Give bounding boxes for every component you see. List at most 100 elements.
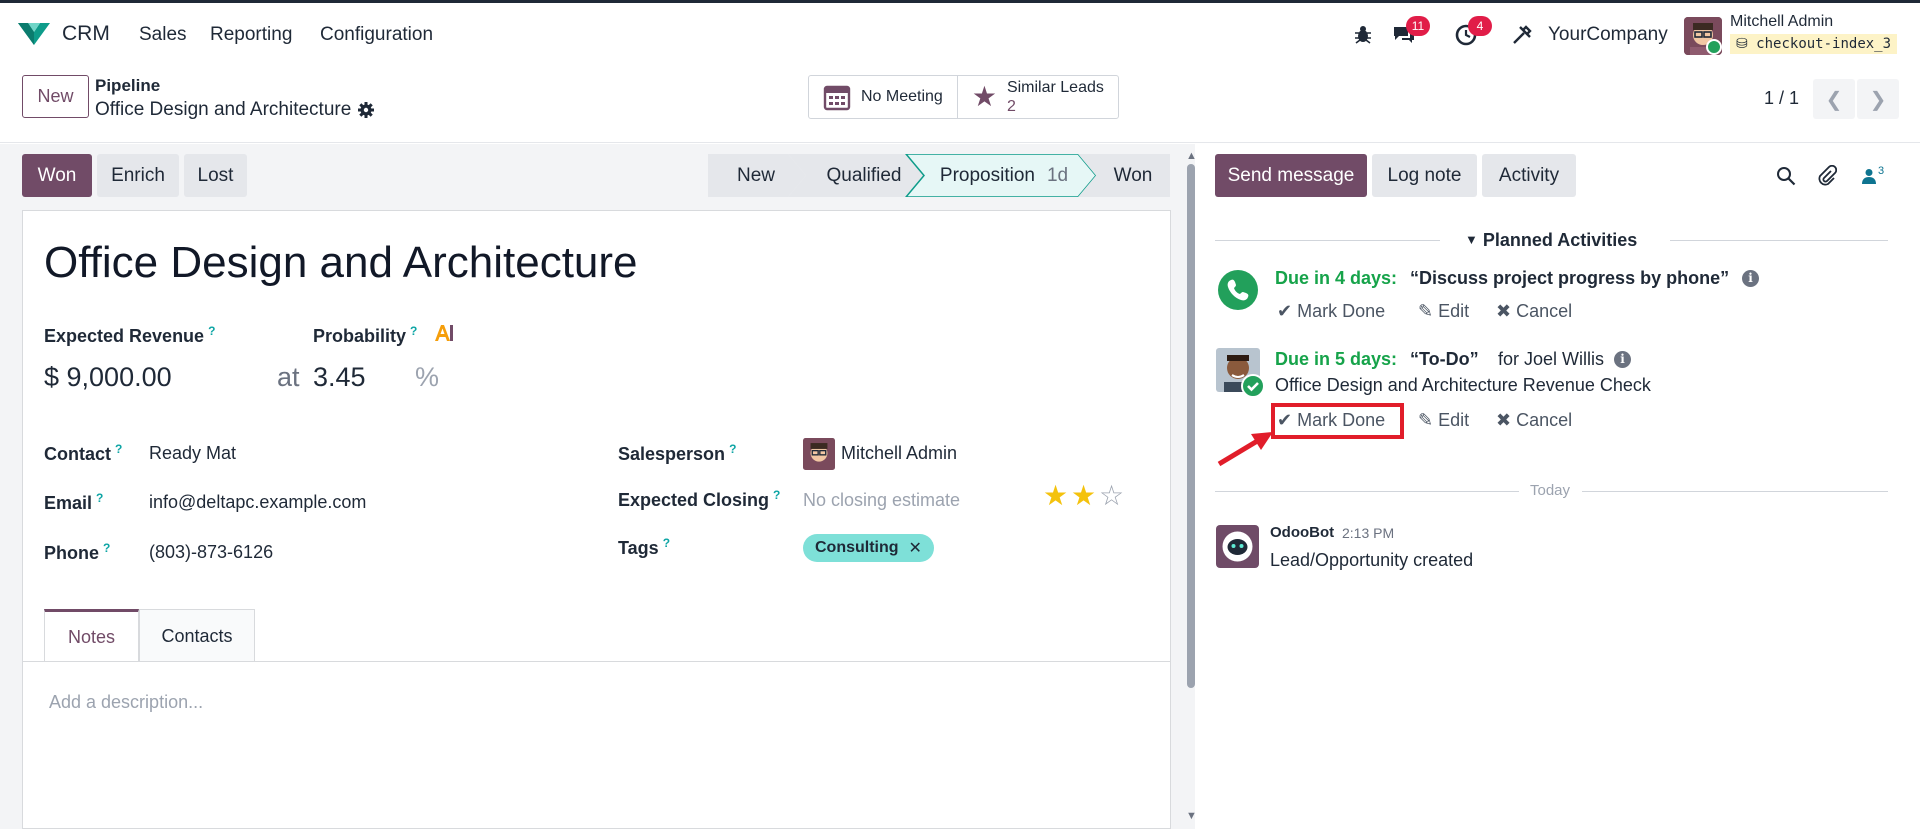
description-field[interactable]: Add a description... xyxy=(49,692,203,713)
expected-revenue-field[interactable]: $ 9,000.00 xyxy=(44,362,172,393)
tag-remove-icon[interactable]: ✕ xyxy=(909,538,922,558)
activity-2-edit-label: Edit xyxy=(1438,410,1470,430)
ai-probability-icon[interactable] xyxy=(434,324,454,342)
contact-label-text: Contact xyxy=(44,444,111,464)
user-name[interactable]: Mitchell Admin xyxy=(1730,13,1833,31)
help-icon[interactable]: ? xyxy=(208,324,215,338)
stage-qualified[interactable]: Qualified xyxy=(806,154,922,197)
company-switcher[interactable]: YourCompany xyxy=(1548,24,1668,46)
user-icon xyxy=(1861,169,1876,184)
menu-reporting[interactable]: Reporting xyxy=(210,24,292,46)
database-name: ⛁ checkout-index_3 xyxy=(1730,34,1898,54)
priority-star-1-icon[interactable]: ★ xyxy=(1043,482,1068,510)
log-note-button[interactable]: Log note xyxy=(1372,154,1477,197)
menu-sales[interactable]: Sales xyxy=(139,24,187,46)
odoobot-avatar xyxy=(1216,525,1259,568)
planned-activities-title: Planned Activities xyxy=(1482,230,1638,250)
expected-revenue-label-text: Expected Revenue xyxy=(44,326,205,346)
lost-button[interactable]: Lost xyxy=(184,154,247,197)
phone-field[interactable]: (803)-873-6126 xyxy=(149,542,273,563)
lead-name-field[interactable]: Office Design and Architecture xyxy=(44,238,638,288)
won-button[interactable]: Won xyxy=(22,154,92,197)
email-field[interactable]: info@deltapc.example.com xyxy=(149,492,366,513)
probability-label: Probability? xyxy=(313,324,417,347)
activity-2-edit-button[interactable]: ✎ Edit xyxy=(1418,410,1469,431)
activity-button[interactable]: Activity xyxy=(1482,154,1576,197)
pager-value[interactable]: 1 / 1 xyxy=(1764,88,1799,109)
similar-leads-smart-button[interactable]: ★ Similar Leads 2 xyxy=(956,76,1118,118)
stage-new[interactable]: New xyxy=(708,154,804,197)
activities-clock-icon[interactable]: 4 xyxy=(1452,16,1492,49)
app-name[interactable]: CRM xyxy=(62,22,110,46)
close-icon: ✖ xyxy=(1496,410,1512,430)
activity-1-edit-button[interactable]: ✎ Edit xyxy=(1418,301,1469,322)
message-time: 2:13 PM xyxy=(1342,525,1395,541)
help-icon[interactable]: ? xyxy=(115,442,122,456)
enrich-button[interactable]: Enrich xyxy=(97,154,179,197)
check-icon: ✔ xyxy=(1277,301,1293,321)
salesperson-label: Salesperson? xyxy=(618,442,736,465)
stage-proposition[interactable]: Proposition 1d xyxy=(924,154,1084,197)
help-icon[interactable]: ? xyxy=(729,442,736,456)
chevron-left-icon: ❮ xyxy=(1825,88,1843,111)
gear-icon[interactable] xyxy=(357,101,375,119)
planned-activities-toggle[interactable]: ▼ Planned Activities xyxy=(1465,230,1637,251)
tools-icon[interactable] xyxy=(1508,21,1536,49)
info-icon[interactable]: i xyxy=(1614,351,1631,368)
contact-field[interactable]: Ready Mat xyxy=(149,443,236,464)
priority-star-3-icon[interactable]: ☆ xyxy=(1099,482,1124,510)
star-icon: ★ xyxy=(971,81,997,112)
paperclip-icon[interactable] xyxy=(1815,164,1839,188)
meeting-smart-button[interactable]: No Meeting xyxy=(809,76,957,118)
online-status-icon xyxy=(1706,39,1722,55)
search-icon[interactable] xyxy=(1774,164,1798,188)
meeting-label: No Meeting xyxy=(861,88,943,105)
scroll-down-icon[interactable]: ▼ xyxy=(1186,810,1197,822)
stage-proposition-label: Proposition xyxy=(939,164,1035,186)
tag-label: Consulting xyxy=(815,539,899,556)
debug-bug-icon[interactable] xyxy=(1349,21,1377,49)
info-icon[interactable]: i xyxy=(1742,270,1759,287)
similar-leads-count: 2 xyxy=(1006,98,1016,115)
stage-qualified-label: Qualified xyxy=(826,164,902,186)
priority-star-2-icon[interactable]: ★ xyxy=(1071,482,1096,510)
pager-previous-button[interactable]: ❮ xyxy=(1813,79,1855,119)
crm-app-logo-icon[interactable] xyxy=(16,19,52,47)
help-icon[interactable]: ? xyxy=(410,324,417,338)
salesperson-field[interactable]: Mitchell Admin xyxy=(841,443,957,464)
breadcrumb-pipeline[interactable]: Pipeline xyxy=(95,76,160,96)
expected-closing-label-text: Expected Closing xyxy=(618,490,770,510)
followers-button[interactable]: 3 xyxy=(1856,164,1890,188)
scroll-up-icon[interactable]: ▲ xyxy=(1186,150,1197,162)
scrollbar-thumb[interactable] xyxy=(1187,164,1195,688)
phone-call-icon xyxy=(1218,270,1258,310)
tab-notes[interactable]: Notes xyxy=(44,609,139,662)
messages-icon[interactable]: 11 xyxy=(1390,16,1430,49)
help-icon[interactable]: ? xyxy=(96,491,103,505)
today-divider-right xyxy=(1582,491,1888,492)
stage-won[interactable]: Won xyxy=(1096,154,1170,197)
probability-field[interactable]: 3.45 xyxy=(313,362,366,393)
contact-label: Contact? xyxy=(44,442,122,465)
activity-2-cancel-button[interactable]: ✖ Cancel xyxy=(1496,410,1572,431)
email-label: Email? xyxy=(44,491,103,514)
send-message-button[interactable]: Send message xyxy=(1215,154,1367,197)
activity-1-cancel-button[interactable]: ✖ Cancel xyxy=(1496,301,1572,322)
message-author[interactable]: OdooBot xyxy=(1270,524,1334,541)
activity-1-mark-done-button[interactable]: ✔ Mark Done xyxy=(1277,301,1385,322)
pager-next-button[interactable]: ❯ xyxy=(1857,79,1899,119)
menu-configuration[interactable]: Configuration xyxy=(320,24,433,46)
help-icon[interactable]: ? xyxy=(773,488,780,502)
tag-consulting: Consulting ✕ xyxy=(803,534,934,562)
stage-new-label: New xyxy=(736,164,775,186)
expected-closing-field[interactable]: No closing estimate xyxy=(803,490,960,511)
pencil-icon: ✎ xyxy=(1418,410,1434,430)
help-icon[interactable]: ? xyxy=(663,536,670,550)
stage-duration: 1d xyxy=(1046,164,1069,186)
tab-contacts[interactable]: Contacts xyxy=(139,609,255,662)
new-button[interactable]: New xyxy=(22,75,89,118)
annotation-arrow-icon xyxy=(1217,432,1273,467)
control-panel: New Pipeline Office Design and Architect… xyxy=(0,66,1920,143)
help-icon[interactable]: ? xyxy=(103,541,110,555)
pencil-icon: ✎ xyxy=(1418,301,1434,321)
